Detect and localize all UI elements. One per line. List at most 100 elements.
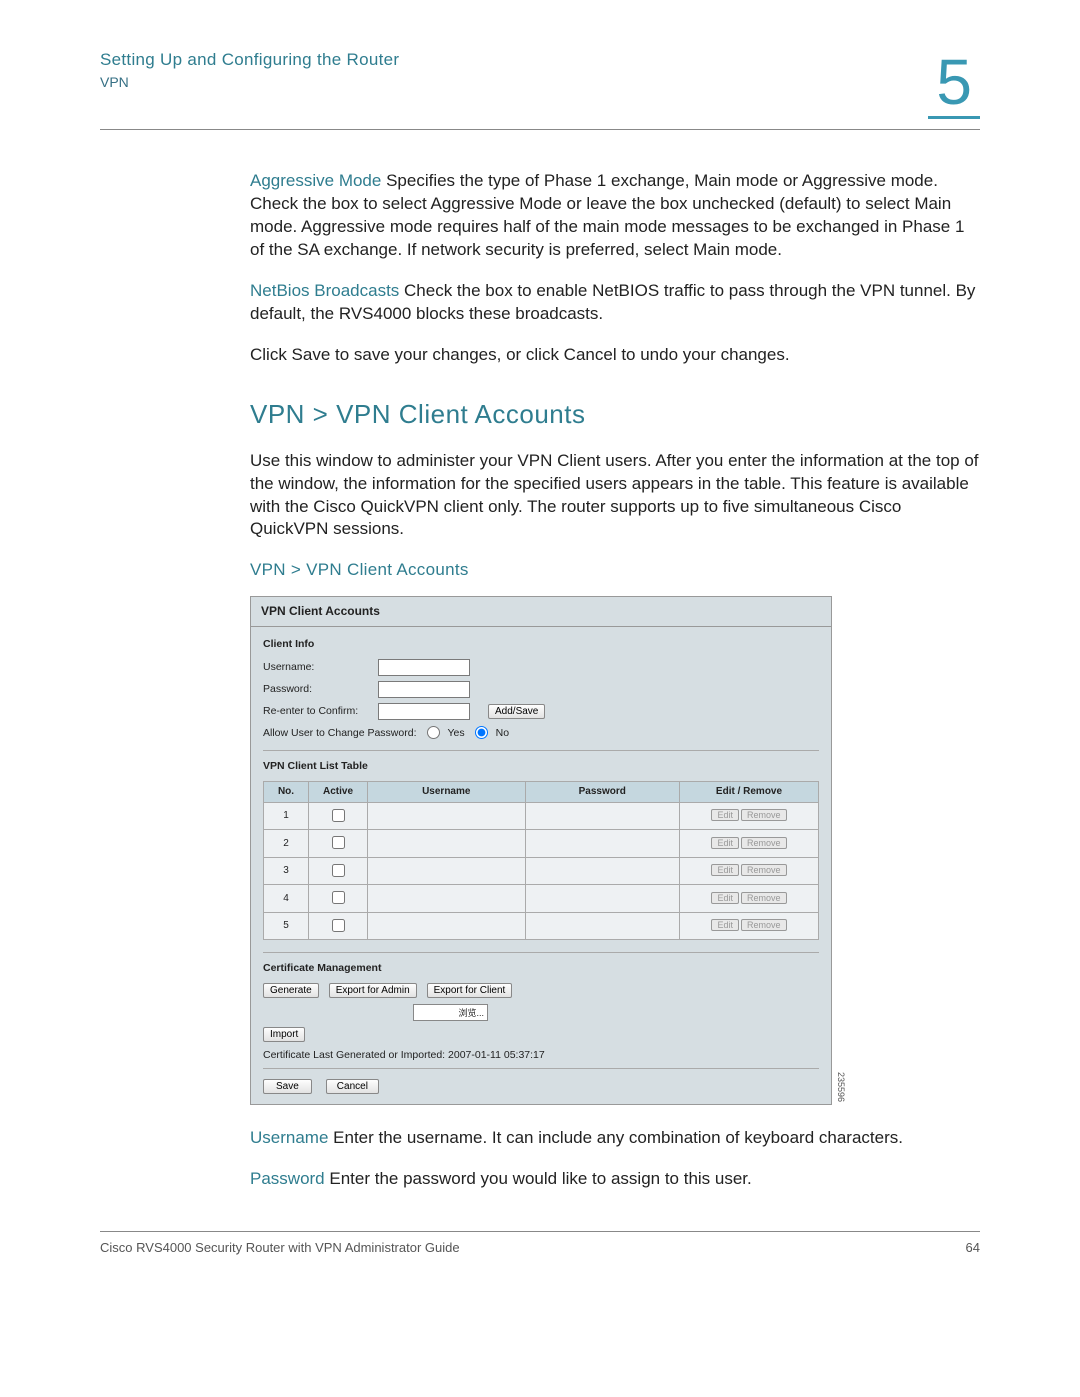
cell-actions: EditRemove xyxy=(680,912,819,940)
export-client-button[interactable]: Export for Client xyxy=(427,983,513,998)
col-password: Password xyxy=(525,782,679,803)
allow-yes-text: Yes xyxy=(448,726,465,740)
cert-last-value: 2007-01-11 05:37:17 xyxy=(448,1049,545,1061)
username-paragraph: Username Enter the username. It can incl… xyxy=(250,1127,980,1150)
cell-no: 3 xyxy=(264,857,309,885)
edit-button[interactable]: Edit xyxy=(711,919,739,931)
reenter-label: Re-enter to Confirm: xyxy=(263,704,378,718)
reenter-input[interactable] xyxy=(378,703,470,720)
netbios-paragraph: NetBios Broadcasts Check the box to enab… xyxy=(250,280,980,326)
active-checkbox[interactable] xyxy=(332,836,345,849)
cell-actions: EditRemove xyxy=(680,802,819,830)
cancel-button[interactable]: Cancel xyxy=(326,1079,379,1094)
cell-no: 2 xyxy=(264,830,309,858)
active-checkbox[interactable] xyxy=(332,864,345,877)
page-footer: Cisco RVS4000 Security Router with VPN A… xyxy=(100,1231,980,1255)
subsection-heading: VPN > VPN Client Accounts xyxy=(250,559,980,582)
cell-username xyxy=(368,912,526,940)
export-admin-button[interactable]: Export for Admin xyxy=(329,983,417,998)
edit-button[interactable]: Edit xyxy=(711,809,739,821)
table-row: 3 EditRemove xyxy=(264,857,819,885)
remove-button[interactable]: Remove xyxy=(741,864,787,876)
table-row: 1 EditRemove xyxy=(264,802,819,830)
col-active: Active xyxy=(309,782,368,803)
chapter-number: 5 xyxy=(928,50,980,119)
add-save-button[interactable]: Add/Save xyxy=(488,704,545,719)
cell-no: 4 xyxy=(264,885,309,913)
password-input[interactable] xyxy=(378,681,470,698)
footer-page: 64 xyxy=(966,1240,980,1255)
cell-actions: EditRemove xyxy=(680,830,819,858)
cell-active xyxy=(309,885,368,913)
cell-active xyxy=(309,857,368,885)
cell-password xyxy=(525,885,679,913)
cell-active xyxy=(309,912,368,940)
file-browse-input[interactable]: 浏览... xyxy=(413,1004,488,1021)
client-list-table: No. Active Username Password Edit / Remo… xyxy=(263,781,819,940)
cert-mgmt-heading: Certificate Management xyxy=(263,961,819,975)
username-term: Username xyxy=(250,1128,328,1147)
cell-username xyxy=(368,830,526,858)
active-checkbox[interactable] xyxy=(332,809,345,822)
cert-last-label: Certificate Last Generated or Imported: xyxy=(263,1049,445,1061)
header-subtitle: VPN xyxy=(100,74,399,90)
footer-left: Cisco RVS4000 Security Router with VPN A… xyxy=(100,1240,460,1255)
table-row: 2 EditRemove xyxy=(264,830,819,858)
page-header: Setting Up and Configuring the Router VP… xyxy=(100,50,980,119)
vpn-client-accounts-panel: VPN Client Accounts Client Info Username… xyxy=(250,596,832,1105)
col-no: No. xyxy=(264,782,309,803)
allow-no-radio[interactable] xyxy=(475,726,488,739)
cell-actions: EditRemove xyxy=(680,857,819,885)
remove-button[interactable]: Remove xyxy=(741,892,787,904)
col-username: Username xyxy=(368,782,526,803)
col-edit-remove: Edit / Remove xyxy=(680,782,819,803)
username-label: Username: xyxy=(263,660,378,674)
cell-username xyxy=(368,857,526,885)
cell-no: 5 xyxy=(264,912,309,940)
save-note: Click Save to save your changes, or clic… xyxy=(250,344,980,367)
client-info-heading: Client Info xyxy=(263,637,819,651)
section-heading: VPN > VPN Client Accounts xyxy=(250,397,980,432)
password-label: Password: xyxy=(263,682,378,696)
password-desc: Enter the password you would like to ass… xyxy=(325,1169,752,1188)
cell-username xyxy=(368,802,526,830)
aggressive-mode-term: Aggressive Mode xyxy=(250,171,381,190)
cert-last-line: Certificate Last Generated or Imported: … xyxy=(263,1048,819,1062)
figure-id: 235596 xyxy=(835,1072,847,1102)
password-paragraph: Password Enter the password you would li… xyxy=(250,1168,980,1191)
edit-button[interactable]: Edit xyxy=(711,837,739,849)
cell-actions: EditRemove xyxy=(680,885,819,913)
remove-button[interactable]: Remove xyxy=(741,919,787,931)
cell-password xyxy=(525,830,679,858)
table-row: 5 EditRemove xyxy=(264,912,819,940)
remove-button[interactable]: Remove xyxy=(741,809,787,821)
header-title: Setting Up and Configuring the Router xyxy=(100,50,399,70)
active-checkbox[interactable] xyxy=(332,891,345,904)
username-input[interactable] xyxy=(378,659,470,676)
cell-no: 1 xyxy=(264,802,309,830)
allow-change-label: Allow User to Change Password: xyxy=(263,726,417,740)
body-content: Aggressive Mode Specifies the type of Ph… xyxy=(250,170,980,1191)
remove-button[interactable]: Remove xyxy=(741,837,787,849)
allow-no-text: No xyxy=(496,726,509,740)
table-row: 4 EditRemove xyxy=(264,885,819,913)
cell-active xyxy=(309,830,368,858)
panel-title: VPN Client Accounts xyxy=(251,597,831,626)
netbios-term: NetBios Broadcasts xyxy=(250,281,399,300)
cell-password xyxy=(525,857,679,885)
list-table-heading: VPN Client List Table xyxy=(263,759,819,773)
cell-active xyxy=(309,802,368,830)
username-desc: Enter the username. It can include any c… xyxy=(328,1128,903,1147)
aggressive-mode-paragraph: Aggressive Mode Specifies the type of Ph… xyxy=(250,170,980,262)
generate-button[interactable]: Generate xyxy=(263,983,319,998)
edit-button[interactable]: Edit xyxy=(711,864,739,876)
section-intro: Use this window to administer your VPN C… xyxy=(250,450,980,542)
cell-password xyxy=(525,802,679,830)
cell-username xyxy=(368,885,526,913)
allow-yes-radio[interactable] xyxy=(427,726,440,739)
import-button[interactable]: Import xyxy=(263,1027,305,1042)
edit-button[interactable]: Edit xyxy=(711,892,739,904)
cell-password xyxy=(525,912,679,940)
save-button[interactable]: Save xyxy=(263,1079,312,1094)
active-checkbox[interactable] xyxy=(332,919,345,932)
